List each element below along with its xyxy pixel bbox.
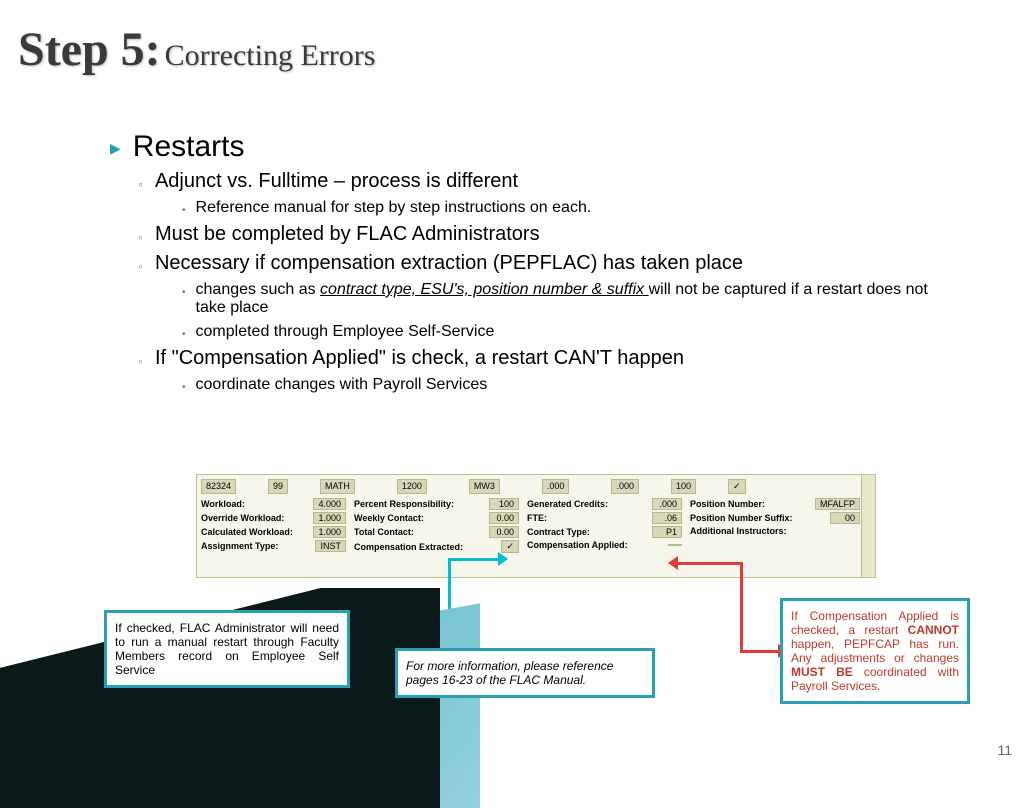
form-col-2: Percent Responsibility:100 Weekly Contac… <box>354 498 519 553</box>
form-screenshot: 82324 99 MATH 1200 MW3 .000 .000 100 ✓ W… <box>196 474 876 578</box>
callout-right: If Compensation Applied is checked, a re… <box>780 598 970 704</box>
form-chip: MATH <box>320 479 355 494</box>
form-col-1: Workload:4.000 Override Workload:1.000 C… <box>201 498 346 553</box>
page-number: 11 <box>997 742 1012 758</box>
triangle-bullet-icon: ▶ <box>110 140 121 157</box>
bullet-changes: changes such as contract type, ESU's, po… <box>196 281 960 317</box>
bullet-adjunct: Adjunct vs. Fulltime – process is differ… <box>155 170 518 193</box>
form-chip: 99 <box>268 479 288 494</box>
title-step: Step 5: <box>18 23 161 76</box>
bullet-ess: completed through Employee Self-Service <box>196 323 495 341</box>
dot-bullet-icon: • <box>182 287 186 298</box>
form-chip: 1200 <box>397 479 427 494</box>
bullet-comp-applied: If "Compensation Applied" is check, a re… <box>155 347 684 370</box>
form-chip: MW3 <box>469 479 500 494</box>
content-body: ▶ Restarts ◦ Adjunct vs. Fulltime – proc… <box>110 130 960 400</box>
scrollbar <box>861 475 875 577</box>
circle-bullet-icon: ◦ <box>138 176 143 192</box>
slide-title: Step 5: Correcting Errors <box>18 22 375 77</box>
form-chip: 100 <box>671 479 696 494</box>
form-col-4: Position Number:MFALFP Position Number S… <box>690 498 860 553</box>
form-chip: .000 <box>611 479 639 494</box>
dot-bullet-icon: • <box>182 382 186 393</box>
form-col-3: Generated Credits:.000 FTE:.06 Contract … <box>527 498 682 553</box>
bullet-flac-admin: Must be completed by FLAC Administrators <box>155 223 540 246</box>
bullet-payroll: coordinate changes with Payroll Services <box>196 376 488 394</box>
callout-left: If checked, FLAC Administrator will need… <box>104 610 350 688</box>
form-chip: 82324 <box>201 479 236 494</box>
heading-restarts: Restarts <box>133 130 245 164</box>
title-subtitle: Correcting Errors <box>165 39 376 72</box>
circle-bullet-icon: ◦ <box>138 258 143 274</box>
dot-bullet-icon: • <box>182 329 186 340</box>
bullet-pepflac: Necessary if compensation extraction (PE… <box>155 252 743 275</box>
form-checkbox-checked: ✓ <box>728 479 746 494</box>
dot-bullet-icon: • <box>182 205 186 216</box>
callout-middle: For more information, please reference p… <box>395 648 655 698</box>
circle-bullet-icon: ◦ <box>138 229 143 245</box>
circle-bullet-icon: ◦ <box>138 353 143 369</box>
form-chip: .000 <box>542 479 570 494</box>
bullet-reference: Reference manual for step by step instru… <box>196 199 592 217</box>
form-top-row: 82324 99 MATH 1200 MW3 .000 .000 100 ✓ <box>201 479 871 494</box>
